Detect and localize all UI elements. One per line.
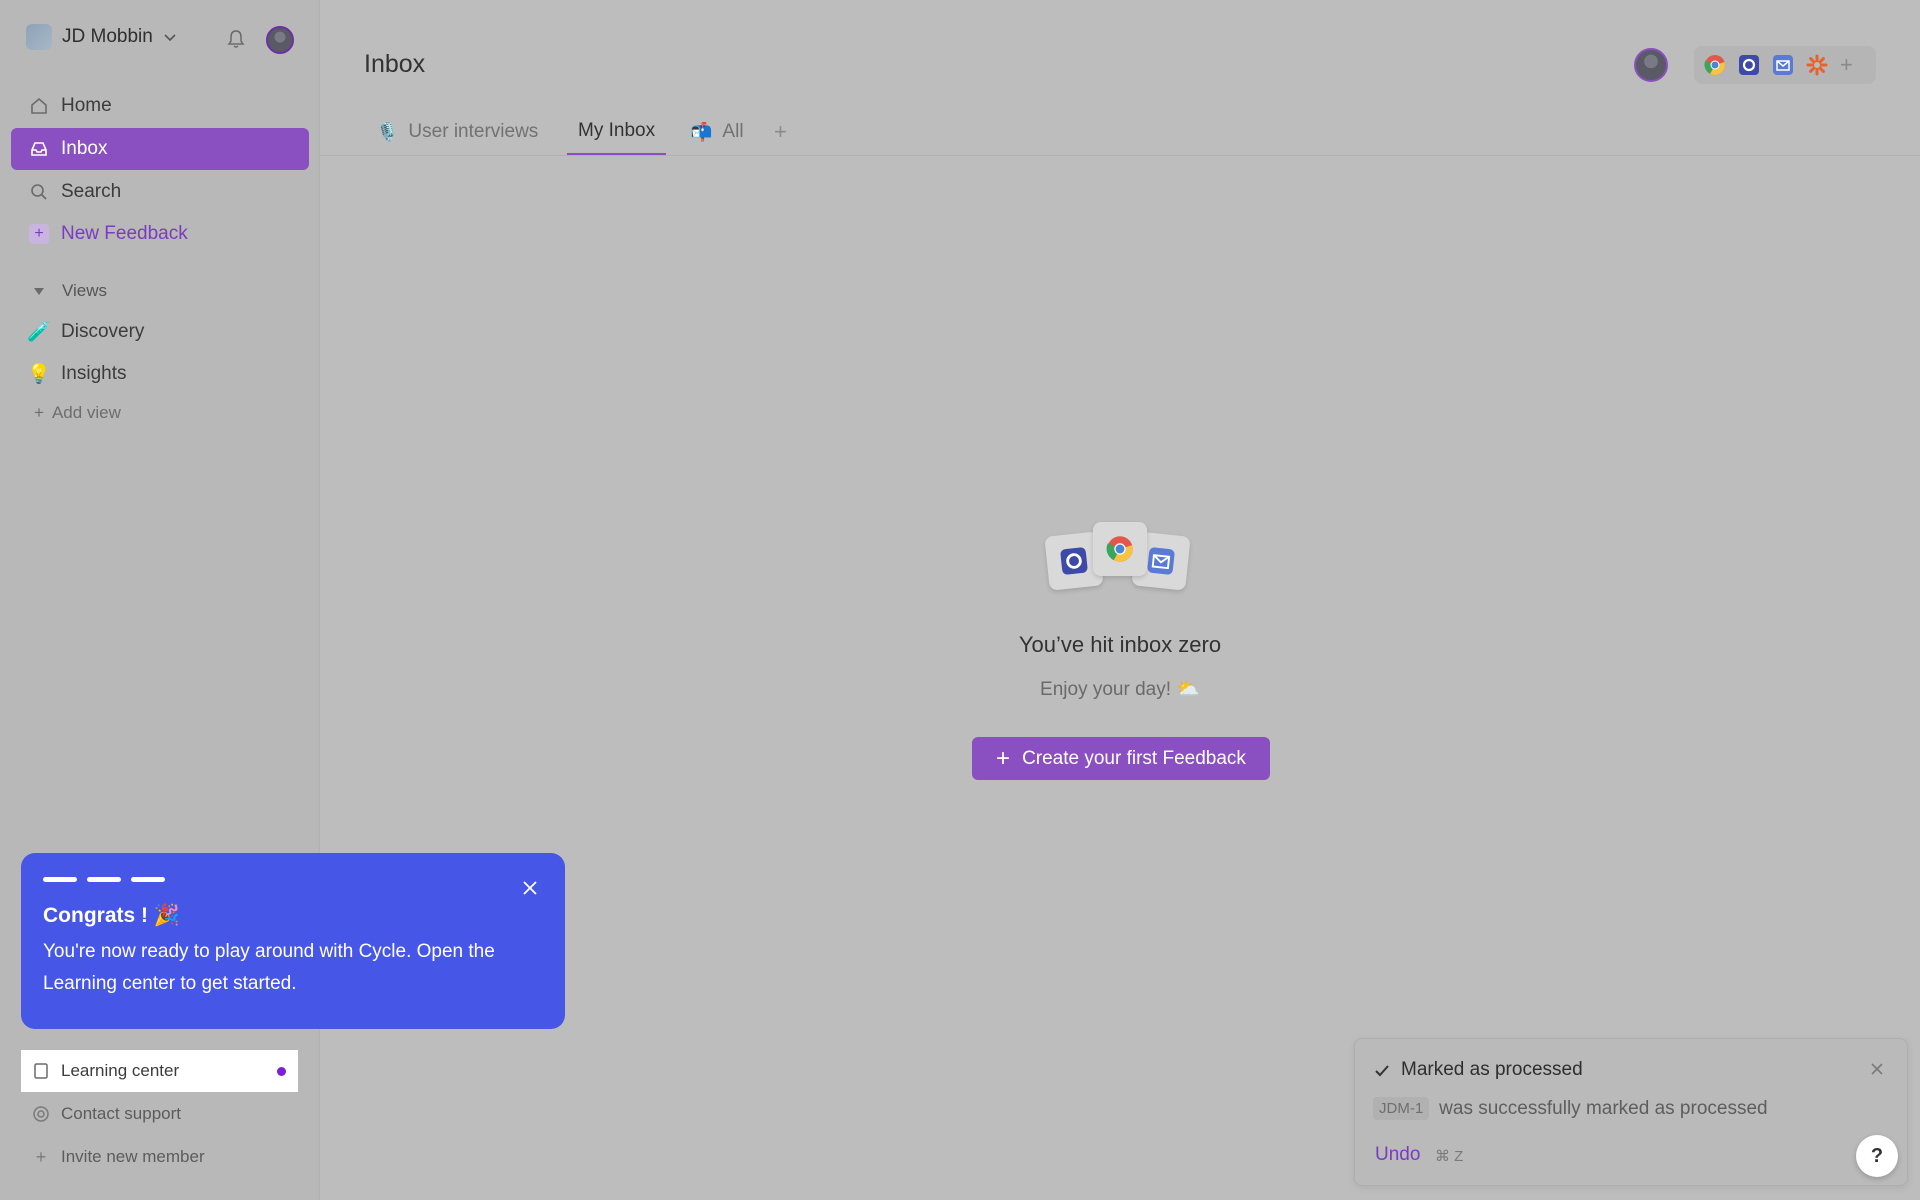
sidebar-item-label: Discovery: [61, 321, 145, 342]
sidebar-item-label: Search: [61, 181, 122, 202]
empty-state-illustration: [1040, 520, 1200, 600]
tab-label: My Inbox: [578, 119, 656, 141]
lifebuoy-icon: [31, 1104, 51, 1124]
undo-button[interactable]: Undo: [1375, 1144, 1420, 1166]
sidebar-item-label: New Feedback: [61, 223, 188, 244]
email-icon[interactable]: [1772, 54, 1794, 76]
onboarding-title: Congrats ! 🎉: [43, 904, 180, 927]
chevron-down-icon: [164, 34, 176, 42]
zapier-icon[interactable]: [1806, 54, 1828, 76]
test-tube-icon: 🧪: [27, 322, 51, 343]
add-view-button[interactable]: + Add view: [34, 403, 121, 423]
contact-support-label: Contact support: [61, 1104, 182, 1123]
sidebar-item-label: Home: [61, 95, 112, 116]
close-icon[interactable]: [1869, 1061, 1885, 1077]
invite-member-button[interactable]: + Invite new member: [21, 1136, 298, 1178]
sidebar-item-discovery[interactable]: 🧪 Discovery: [11, 311, 309, 353]
book-icon: [31, 1061, 51, 1081]
create-feedback-button[interactable]: + Create your first Feedback: [972, 737, 1270, 780]
invite-member-label: Invite new member: [61, 1147, 205, 1166]
add-view-label: Add view: [51, 403, 121, 422]
caret-down-icon: [34, 287, 44, 295]
chrome-icon: [1093, 522, 1147, 576]
toast-message-text: was successfully marked as processed: [1439, 1097, 1768, 1119]
feedback-id-badge: JDM-1: [1373, 1097, 1430, 1120]
check-icon: [1375, 1065, 1389, 1077]
sidebar-item-insights[interactable]: 💡 Insights: [11, 353, 309, 395]
home-icon: [29, 96, 49, 116]
inbox-icon: [29, 139, 49, 159]
tab-user-interviews[interactable]: 🎙️ User interviews: [376, 108, 538, 156]
add-tab-button[interactable]: +: [774, 108, 787, 156]
undo-shortcut: ⌘ Z: [1435, 1148, 1464, 1165]
plus-icon: +: [34, 403, 44, 422]
views-section-toggle[interactable]: Views: [34, 281, 107, 301]
sidebar-item-new-feedback[interactable]: + New Feedback: [11, 213, 309, 255]
page-title: Inbox: [364, 50, 426, 78]
learning-center-label: Learning center: [61, 1061, 180, 1080]
notification-dot: [277, 1067, 286, 1076]
contact-support-button[interactable]: Contact support: [21, 1093, 298, 1135]
microphone-icon: 🎙️: [376, 121, 399, 142]
integrations-bar: +: [1694, 46, 1876, 84]
sidebar-item-home[interactable]: Home: [11, 85, 309, 127]
help-button[interactable]: ?: [1856, 1135, 1898, 1177]
assignee-avatar[interactable]: [1634, 48, 1668, 82]
tab-label: All: [722, 121, 744, 142]
sidebar-item-label: Insights: [61, 363, 127, 384]
lightbulb-icon: 💡: [27, 364, 51, 385]
empty-state-subtitle: Enjoy your day! ⛅: [1040, 679, 1200, 700]
onboarding-card: Congrats ! 🎉 You're now ready to play ar…: [21, 853, 565, 1029]
mailbox-icon: 📬: [690, 121, 713, 142]
sidebar-item-inbox[interactable]: Inbox: [11, 128, 309, 170]
views-section-label: Views: [62, 281, 108, 300]
add-integration-icon[interactable]: +: [1840, 54, 1853, 76]
learning-center-button[interactable]: Learning center: [21, 1050, 298, 1092]
plus-icon: +: [29, 224, 49, 244]
workspace-avatar: [26, 24, 52, 50]
user-avatar[interactable]: [266, 26, 294, 54]
bell-icon[interactable]: [225, 28, 247, 50]
plus-icon: +: [996, 744, 1011, 772]
progress-dashes: [43, 877, 543, 882]
workspace-switcher[interactable]: JD Mobbin: [26, 24, 177, 50]
search-icon: [29, 182, 49, 202]
tab-all[interactable]: 📬 All: [690, 108, 744, 156]
toast-message: JDM-1 was successfully marked as process…: [1373, 1097, 1768, 1120]
sidebar-item-search[interactable]: Search: [11, 171, 309, 213]
workspace-name: JD Mobbin: [62, 26, 153, 47]
close-icon[interactable]: [521, 879, 539, 897]
onboarding-body: You're now ready to play around with Cyc…: [43, 941, 495, 994]
tab-label: User interviews: [408, 121, 539, 142]
toast-notification: Marked as processed JDM-1 was successful…: [1354, 1038, 1908, 1186]
tab-my-inbox[interactable]: My Inbox: [567, 108, 667, 156]
header-divider: [320, 155, 1920, 156]
chrome-icon[interactable]: [1704, 54, 1726, 76]
sidebar-item-label: Inbox: [61, 138, 108, 159]
plus-icon: +: [35, 1146, 47, 1167]
toast-title: Marked as processed: [1401, 1059, 1583, 1080]
empty-state-title: You’ve hit inbox zero: [1018, 632, 1222, 657]
intercom-icon[interactable]: [1738, 54, 1760, 76]
create-feedback-label: Create your first Feedback: [1022, 747, 1246, 769]
